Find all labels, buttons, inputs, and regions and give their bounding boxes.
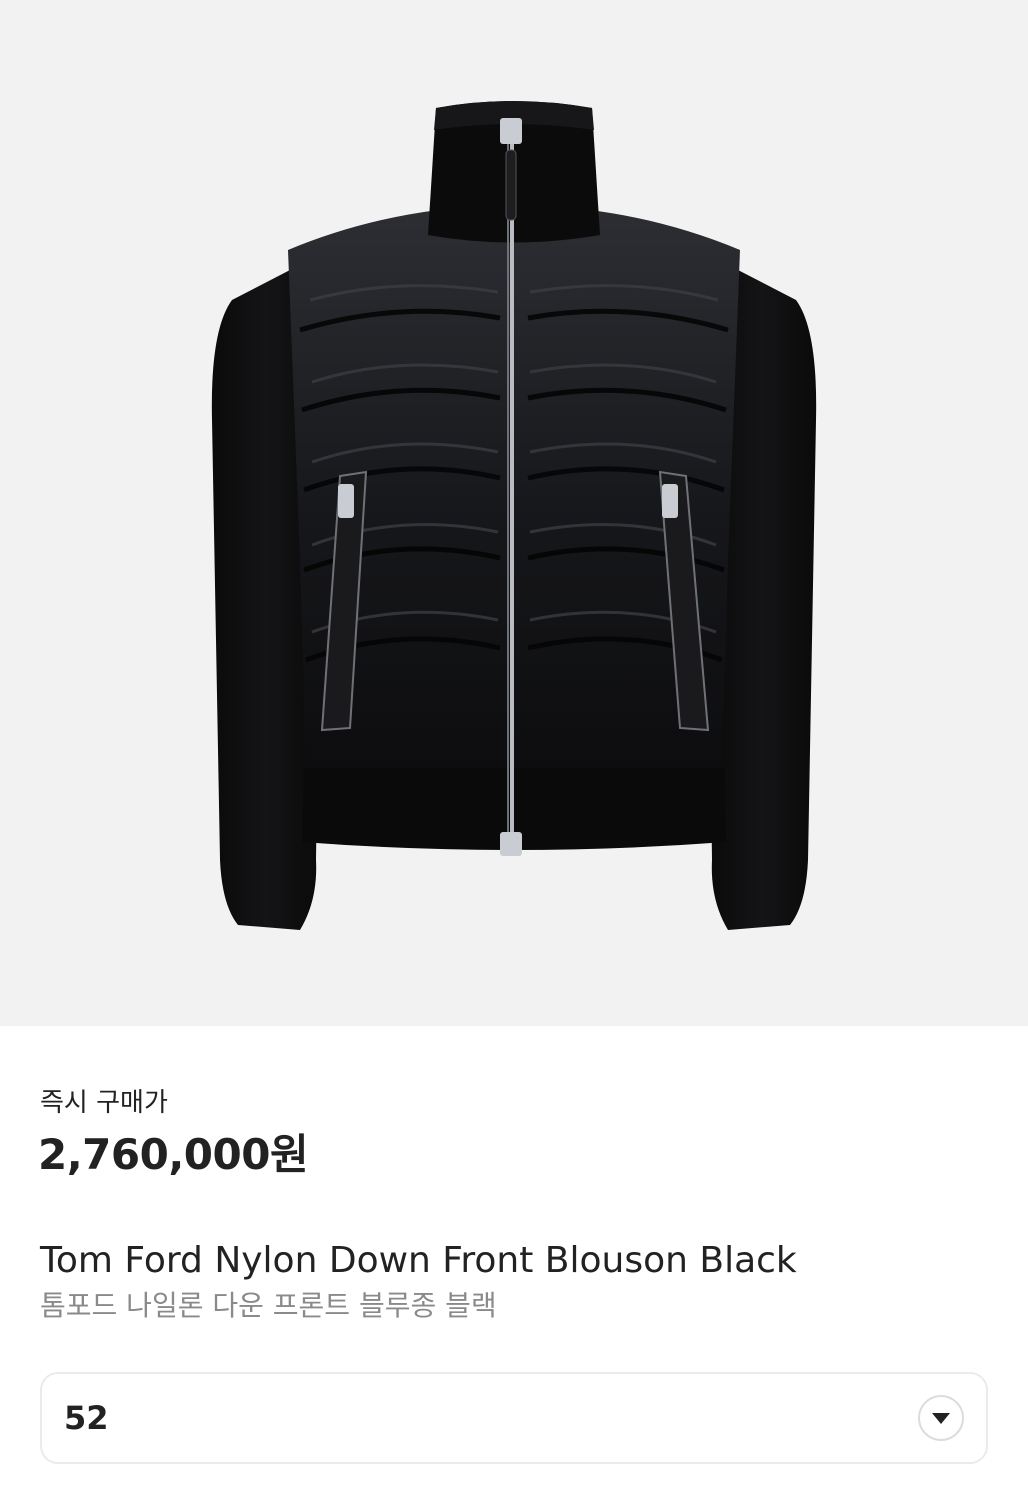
size-dropdown-button[interactable]	[918, 1395, 964, 1441]
product-image[interactable]	[0, 0, 1028, 1026]
instant-buy-price-label: 즉시 구매가	[40, 1088, 168, 1118]
product-name-ko: 톰포드 나일론 다운 프론트 블루종 블랙	[40, 1289, 497, 1322]
size-value: 52	[64, 1399, 109, 1437]
jacket-image	[211, 101, 817, 930]
size-select[interactable]: 52	[40, 1372, 988, 1464]
instant-buy-price: 2,760,000원	[38, 1130, 309, 1179]
product-name-en: Tom Ford Nylon Down Front Blouson Black	[40, 1240, 797, 1281]
chevron-down-icon	[932, 1413, 950, 1424]
